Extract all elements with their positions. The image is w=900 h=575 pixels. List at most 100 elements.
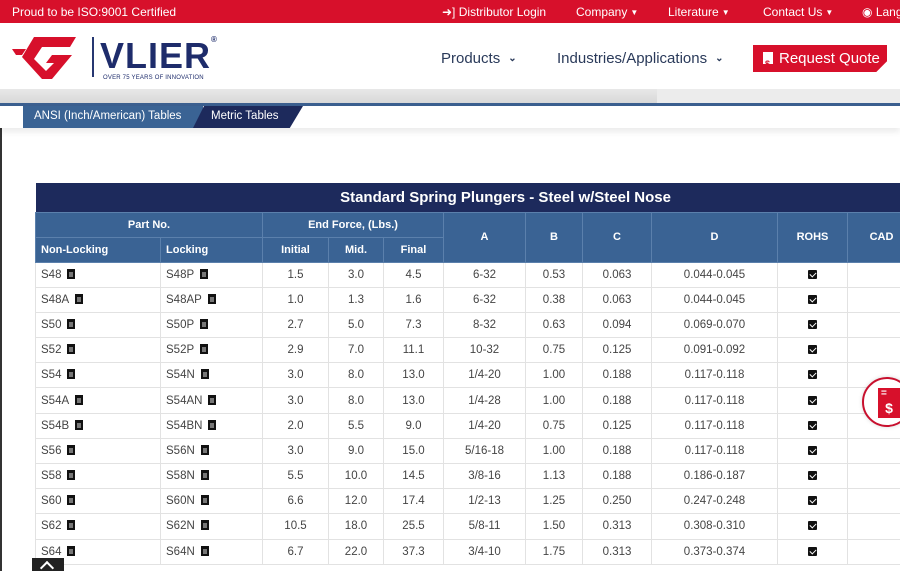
header-d[interactable]: D [652, 212, 778, 262]
part-number[interactable]: S48AP [166, 294, 202, 306]
cell-cad [848, 287, 900, 312]
nav-products[interactable]: Products⌄ [441, 50, 517, 67]
header-locking[interactable]: Locking [161, 237, 263, 262]
header-c[interactable]: C [583, 212, 652, 262]
part-number[interactable]: S62 [41, 520, 61, 532]
top-utility-bar: Proud to be ISO:9001 Certified ➜] Distri… [0, 0, 900, 23]
language-menu[interactable]: ◉ Lang [862, 5, 900, 19]
price-document-icon[interactable] [67, 369, 75, 379]
nav-industries-applications[interactable]: Industries/Applications⌄ [557, 50, 723, 67]
chevron-down-icon: ▼ [825, 8, 833, 17]
cell-c: 0.188 [583, 438, 652, 463]
price-document-icon[interactable] [67, 344, 75, 354]
part-number[interactable]: S54B [41, 420, 69, 432]
checkbox-checked-icon [808, 320, 817, 329]
price-document-icon[interactable] [208, 294, 216, 304]
cell-locking: S64N [161, 539, 263, 564]
part-number[interactable]: S64 [41, 546, 61, 558]
cell-mid: 8.0 [329, 363, 384, 388]
request-quote-button[interactable]: Request Quote [753, 45, 887, 72]
cell-initial: 3.0 [263, 363, 329, 388]
header-b[interactable]: B [526, 212, 583, 262]
price-document-icon[interactable] [201, 520, 209, 530]
price-document-icon[interactable] [67, 470, 75, 480]
part-number[interactable]: S48A [41, 294, 69, 306]
header-final[interactable]: Final [384, 237, 444, 262]
header-cad[interactable]: CAD [848, 212, 900, 262]
price-document-icon[interactable] [201, 546, 209, 556]
checkbox-checked-icon [808, 270, 817, 279]
header-non-locking[interactable]: Non-Locking [36, 237, 161, 262]
cell-c: 0.125 [583, 413, 652, 438]
company-menu[interactable]: Company▼ [576, 5, 638, 19]
price-document-icon[interactable] [67, 319, 75, 329]
part-number[interactable]: S54BN [166, 420, 202, 432]
header-shadow-band [0, 89, 900, 103]
price-document-icon[interactable] [201, 369, 209, 379]
cell-locking: S48P [161, 262, 263, 287]
price-document-icon[interactable] [200, 269, 208, 279]
header-rohs[interactable]: ROHS [778, 212, 848, 262]
part-number[interactable]: S48P [166, 269, 194, 281]
price-document-icon[interactable] [67, 546, 75, 556]
price-document-icon[interactable] [200, 344, 208, 354]
header-initial[interactable]: Initial [263, 237, 329, 262]
part-number[interactable]: S48 [41, 269, 61, 281]
cell-cad [848, 312, 900, 337]
part-number[interactable]: S58N [166, 470, 195, 482]
part-number[interactable]: S50P [166, 319, 194, 331]
part-number[interactable]: S62N [166, 520, 195, 532]
price-document-icon[interactable] [75, 420, 83, 430]
price-document-icon[interactable] [75, 395, 83, 405]
cell-c: 0.063 [583, 262, 652, 287]
cell-d: 0.044-0.045 [652, 262, 778, 287]
checkbox-checked-icon [808, 396, 817, 405]
cell-a: 1/4-20 [444, 363, 526, 388]
part-number[interactable]: S54 [41, 369, 61, 381]
price-document-icon[interactable] [208, 420, 216, 430]
price-document-icon[interactable] [67, 495, 75, 505]
part-number[interactable]: S64N [166, 546, 195, 558]
part-number[interactable]: S54N [166, 369, 195, 381]
price-document-icon[interactable] [201, 470, 209, 480]
price-document-icon[interactable] [67, 269, 75, 279]
part-number[interactable]: S58 [41, 470, 61, 482]
cell-a: 8-32 [444, 312, 526, 337]
distributor-login-link[interactable]: ➜] Distributor Login [442, 5, 546, 19]
price-document-icon[interactable] [201, 495, 209, 505]
header-mid[interactable]: Mid. [329, 237, 384, 262]
cell-b: 1.25 [526, 489, 583, 514]
cell-b: 0.75 [526, 338, 583, 363]
part-number[interactable]: S54AN [166, 395, 202, 407]
vlier-logo[interactable]: VLIER® OVER 75 YEARS OF INNOVATION [12, 33, 222, 83]
part-number[interactable]: S56 [41, 445, 61, 457]
price-document-icon[interactable] [67, 520, 75, 530]
price-document-icon[interactable] [201, 445, 209, 455]
part-number[interactable]: S60 [41, 495, 61, 507]
price-document-icon[interactable] [67, 445, 75, 455]
part-number[interactable]: S56N [166, 445, 195, 457]
cell-a: 5/16-18 [444, 438, 526, 463]
tab-ansi-tables[interactable]: ANSI (Inch/American) Tables [23, 106, 203, 128]
part-number[interactable]: S52P [166, 344, 194, 356]
part-number[interactable]: S50 [41, 319, 61, 331]
cell-locking: S56N [161, 438, 263, 463]
cell-d: 0.091-0.092 [652, 338, 778, 363]
tab-metric-tables[interactable]: Metric Tables [193, 106, 303, 128]
literature-menu[interactable]: Literature▼ [668, 5, 730, 19]
price-document-icon[interactable] [208, 395, 216, 405]
part-number[interactable]: S60N [166, 495, 195, 507]
cell-cad [848, 539, 900, 564]
spring-plunger-table: Standard Spring Plungers - Steel w/Steel… [35, 183, 900, 565]
scroll-to-top-button[interactable] [32, 558, 64, 571]
header-a[interactable]: A [444, 212, 526, 262]
price-document-icon[interactable] [75, 294, 83, 304]
cell-initial: 10.5 [263, 514, 329, 539]
part-number[interactable]: S52 [41, 344, 61, 356]
contact-us-menu[interactable]: Contact Us▼ [763, 5, 833, 19]
cell-d: 0.044-0.045 [652, 287, 778, 312]
checkbox-checked-icon [808, 521, 817, 530]
part-number[interactable]: S54A [41, 395, 69, 407]
cell-rohs [778, 312, 848, 337]
price-document-icon[interactable] [200, 319, 208, 329]
